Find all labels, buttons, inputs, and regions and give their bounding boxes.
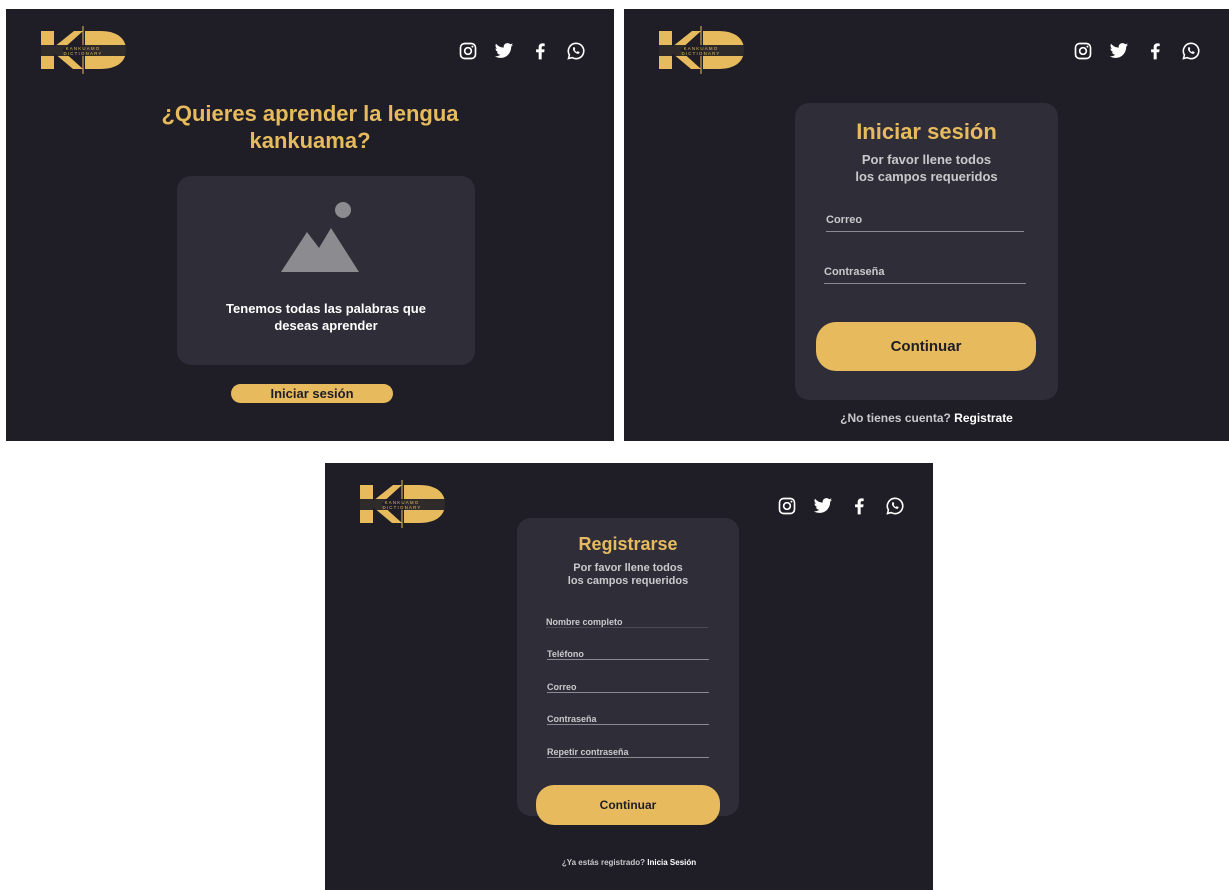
login-screen: KANKUAMO DICTIONARY Iniciar sesión Por f… (624, 9, 1229, 441)
feature-card-text: Tenemos todas las palabras que deseas ap… (177, 300, 475, 334)
image-placeholder-icon (281, 202, 359, 274)
title-line-1: ¿Quieres aprender la lengua (161, 101, 459, 126)
brand-logo[interactable]: KANKUAMO DICTIONARY (357, 479, 447, 529)
login-prompt: ¿Ya estás registrado? Inicia Sesión (325, 858, 933, 867)
password-field (547, 709, 709, 726)
login-link[interactable]: Inicia Sesión (647, 858, 696, 867)
no-account-text: ¿No tienes cuenta? (840, 411, 951, 425)
twitter-icon[interactable] (813, 496, 833, 516)
subtitle-line-2: los campos requeridos (567, 575, 689, 587)
register-subtitle: Por favor llene todos los campos requeri… (517, 562, 739, 588)
social-links (458, 41, 586, 61)
email-field (547, 677, 709, 694)
continue-button[interactable]: Continuar (536, 785, 720, 825)
full-name-field (546, 612, 708, 629)
facebook-icon[interactable] (1145, 41, 1165, 61)
phone-field (547, 644, 709, 661)
facebook-icon[interactable] (530, 41, 550, 61)
login-subtitle: Por favor llene todos los campos requeri… (795, 151, 1058, 185)
repeat-password-input[interactable] (547, 745, 709, 759)
password-input[interactable] (824, 263, 1026, 281)
logo-text-bottom: DICTIONARY (64, 51, 103, 56)
repeat-password-field (547, 742, 709, 759)
email-field (826, 210, 1024, 232)
whatsapp-icon[interactable] (566, 41, 586, 61)
whatsapp-icon[interactable] (885, 496, 905, 516)
email-input[interactable] (826, 211, 1024, 229)
phone-input[interactable] (547, 647, 709, 661)
email-input[interactable] (547, 680, 709, 694)
register-prompt: ¿No tienes cuenta? Registrate (624, 411, 1229, 425)
instagram-icon[interactable] (1073, 41, 1093, 61)
already-registered-text: ¿Ya estás registrado? (561, 858, 645, 867)
social-links (777, 496, 905, 516)
logo-text-bottom: DICTIONARY (383, 505, 422, 510)
subtitle-line-2: los campos requeridos (855, 169, 998, 184)
instagram-icon[interactable] (458, 41, 478, 61)
card-text-line-2: deseas aprender (274, 318, 378, 333)
login-form-card: Iniciar sesión Por favor llene todos los… (795, 103, 1058, 400)
feature-card: Tenemos todas las palabras que deseas ap… (177, 176, 475, 365)
register-form-card: Registrarse Por favor llene todos los ca… (517, 518, 739, 825)
facebook-icon[interactable] (849, 496, 869, 516)
brand-logo[interactable]: KANKUAMO DICTIONARY (656, 25, 746, 75)
title-line-2: kankuama? (249, 128, 371, 153)
brand-logo[interactable]: KANKUAMO DICTIONARY (38, 25, 128, 75)
instagram-icon[interactable] (777, 496, 797, 516)
password-input[interactable] (547, 712, 709, 726)
login-button[interactable]: Iniciar sesión (231, 384, 393, 403)
password-field (824, 262, 1026, 284)
twitter-icon[interactable] (494, 41, 514, 61)
register-screen: KANKUAMO DICTIONARY Registrarse Por favo… (325, 463, 933, 890)
register-title: Registrarse (578, 534, 678, 554)
continue-button[interactable]: Continuar (816, 322, 1036, 371)
login-title: Iniciar sesión (856, 119, 997, 144)
whatsapp-icon[interactable] (1181, 41, 1201, 61)
register-link[interactable]: Registrate (954, 411, 1013, 425)
page-title: ¿Quieres aprender la lengua kankuama? (6, 100, 614, 154)
full-name-input[interactable] (546, 615, 708, 629)
logo-text-bottom: DICTIONARY (682, 51, 721, 56)
social-links (1073, 41, 1201, 61)
twitter-icon[interactable] (1109, 41, 1129, 61)
home-screen: KANKUAMO DICTIONARY ¿Quieres aprender la… (6, 9, 614, 441)
card-text-line-1: Tenemos todas las palabras que (226, 301, 426, 316)
subtitle-line-1: Por favor llene todos (573, 562, 683, 574)
subtitle-line-1: Por favor llene todos (861, 152, 992, 167)
